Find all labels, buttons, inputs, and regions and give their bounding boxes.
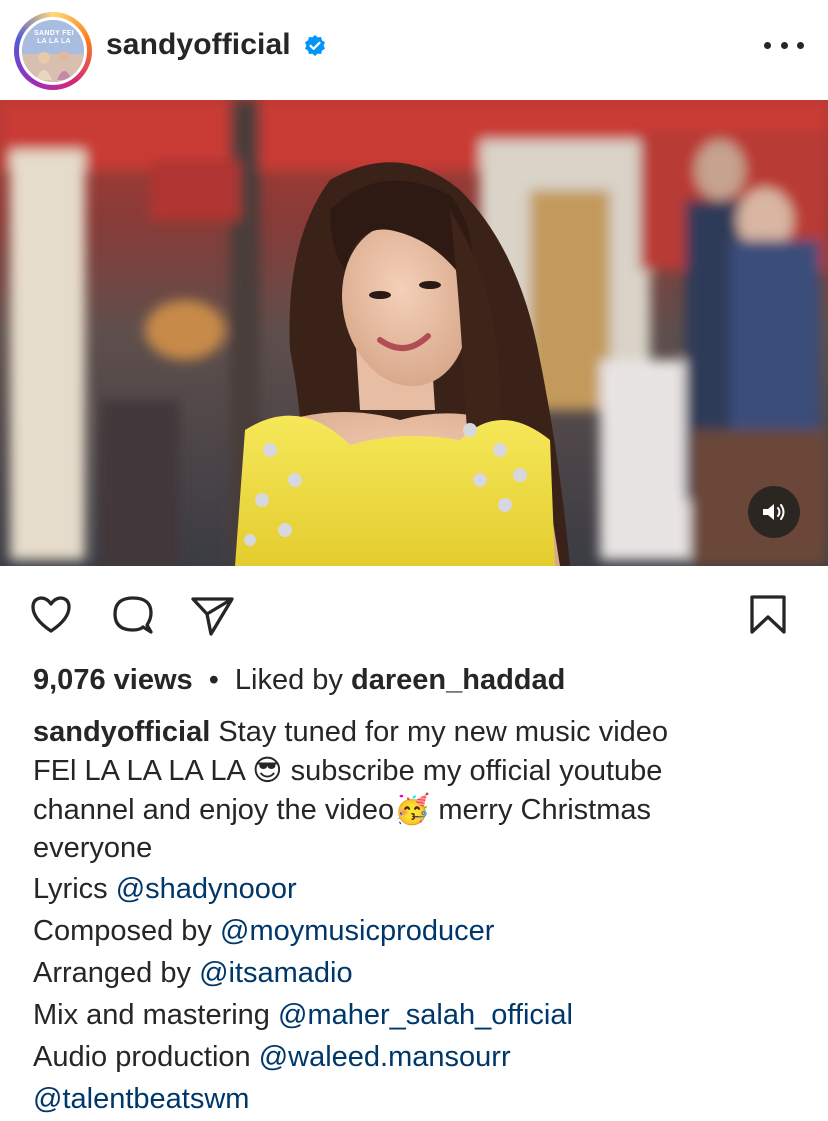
- caption-text: channel and enjoy the video: [33, 794, 395, 826]
- caption-text: Stay tuned for my new music video: [218, 716, 669, 748]
- view-count[interactable]: 9,076 views: [33, 664, 193, 696]
- credit-label: Audio production: [33, 1041, 251, 1073]
- liked-by-prefix: Liked by: [234, 664, 343, 696]
- paper-plane-icon[interactable]: [189, 592, 235, 638]
- bookmark-icon[interactable]: [745, 592, 791, 638]
- credit-label: Arranged by: [33, 957, 191, 989]
- credit-line: Lyrics @shadynooor: [33, 868, 803, 910]
- credits-list: Lyrics @shadynooor Composed by @moymusic…: [33, 868, 803, 1120]
- sunglasses-emoji-icon: 😎: [252, 753, 283, 787]
- separator-dot: •: [208, 664, 219, 696]
- party-face-emoji-icon: 🥳: [394, 792, 431, 826]
- post-video[interactable]: [0, 100, 828, 566]
- caption-text: merry Christmas: [438, 794, 652, 826]
- more-options-icon[interactable]: [764, 30, 804, 60]
- post-header: SANDY FEI LA LA LA sandyofficial: [0, 0, 828, 100]
- heart-icon[interactable]: [28, 592, 74, 638]
- story-ring[interactable]: SANDY FEI LA LA LA: [14, 12, 92, 90]
- mention-link[interactable]: @itsamadio: [199, 957, 353, 989]
- avatar[interactable]: SANDY FEI LA LA LA: [19, 17, 87, 85]
- credit-label: Lyrics: [33, 873, 108, 905]
- credit-label: Mix and mastering: [33, 999, 270, 1031]
- mention-link[interactable]: @talentbeatswm: [33, 1083, 249, 1115]
- dot: [780, 41, 788, 49]
- dot: [764, 41, 771, 49]
- caption-username[interactable]: sandyofficial: [33, 716, 210, 748]
- verified-badge-icon: [305, 35, 325, 56]
- comment-bubble-icon[interactable]: [110, 592, 156, 638]
- credit-line: @talentbeatswm: [33, 1078, 803, 1120]
- post-caption: sandyofficial Stay tuned for my new musi…: [33, 713, 803, 867]
- credit-line: Mix and mastering @maher_salah_official: [33, 994, 803, 1036]
- avatar-logo-text: SANDY FEI LA LA LA: [34, 30, 74, 45]
- mention-link[interactable]: @waleed.mansourr: [259, 1041, 511, 1073]
- dot: [797, 41, 804, 49]
- credit-line: Audio production @waleed.mansourr: [33, 1036, 803, 1078]
- speaker-volume-icon[interactable]: [748, 486, 800, 538]
- caption-text: subscribe my official youtube: [290, 755, 663, 787]
- video-frame: [0, 100, 828, 566]
- mention-link[interactable]: @moymusicproducer: [220, 915, 494, 947]
- caption-text: FEl LA LA LA LA: [33, 755, 245, 787]
- action-bar: [0, 580, 828, 650]
- mention-link[interactable]: @maher_salah_official: [278, 999, 573, 1031]
- username[interactable]: sandyofficial: [106, 28, 291, 62]
- caption-text: everyone: [33, 832, 153, 864]
- engagement-stats: 9,076 views • Liked by dareen_haddad: [33, 664, 565, 697]
- liked-by-user[interactable]: dareen_haddad: [351, 664, 565, 696]
- credit-line: Composed by @moymusicproducer: [33, 910, 803, 952]
- credit-line: Arranged by @itsamadio: [33, 952, 803, 994]
- credit-label: Composed by: [33, 915, 212, 947]
- mention-link[interactable]: @shadynooor: [116, 873, 297, 905]
